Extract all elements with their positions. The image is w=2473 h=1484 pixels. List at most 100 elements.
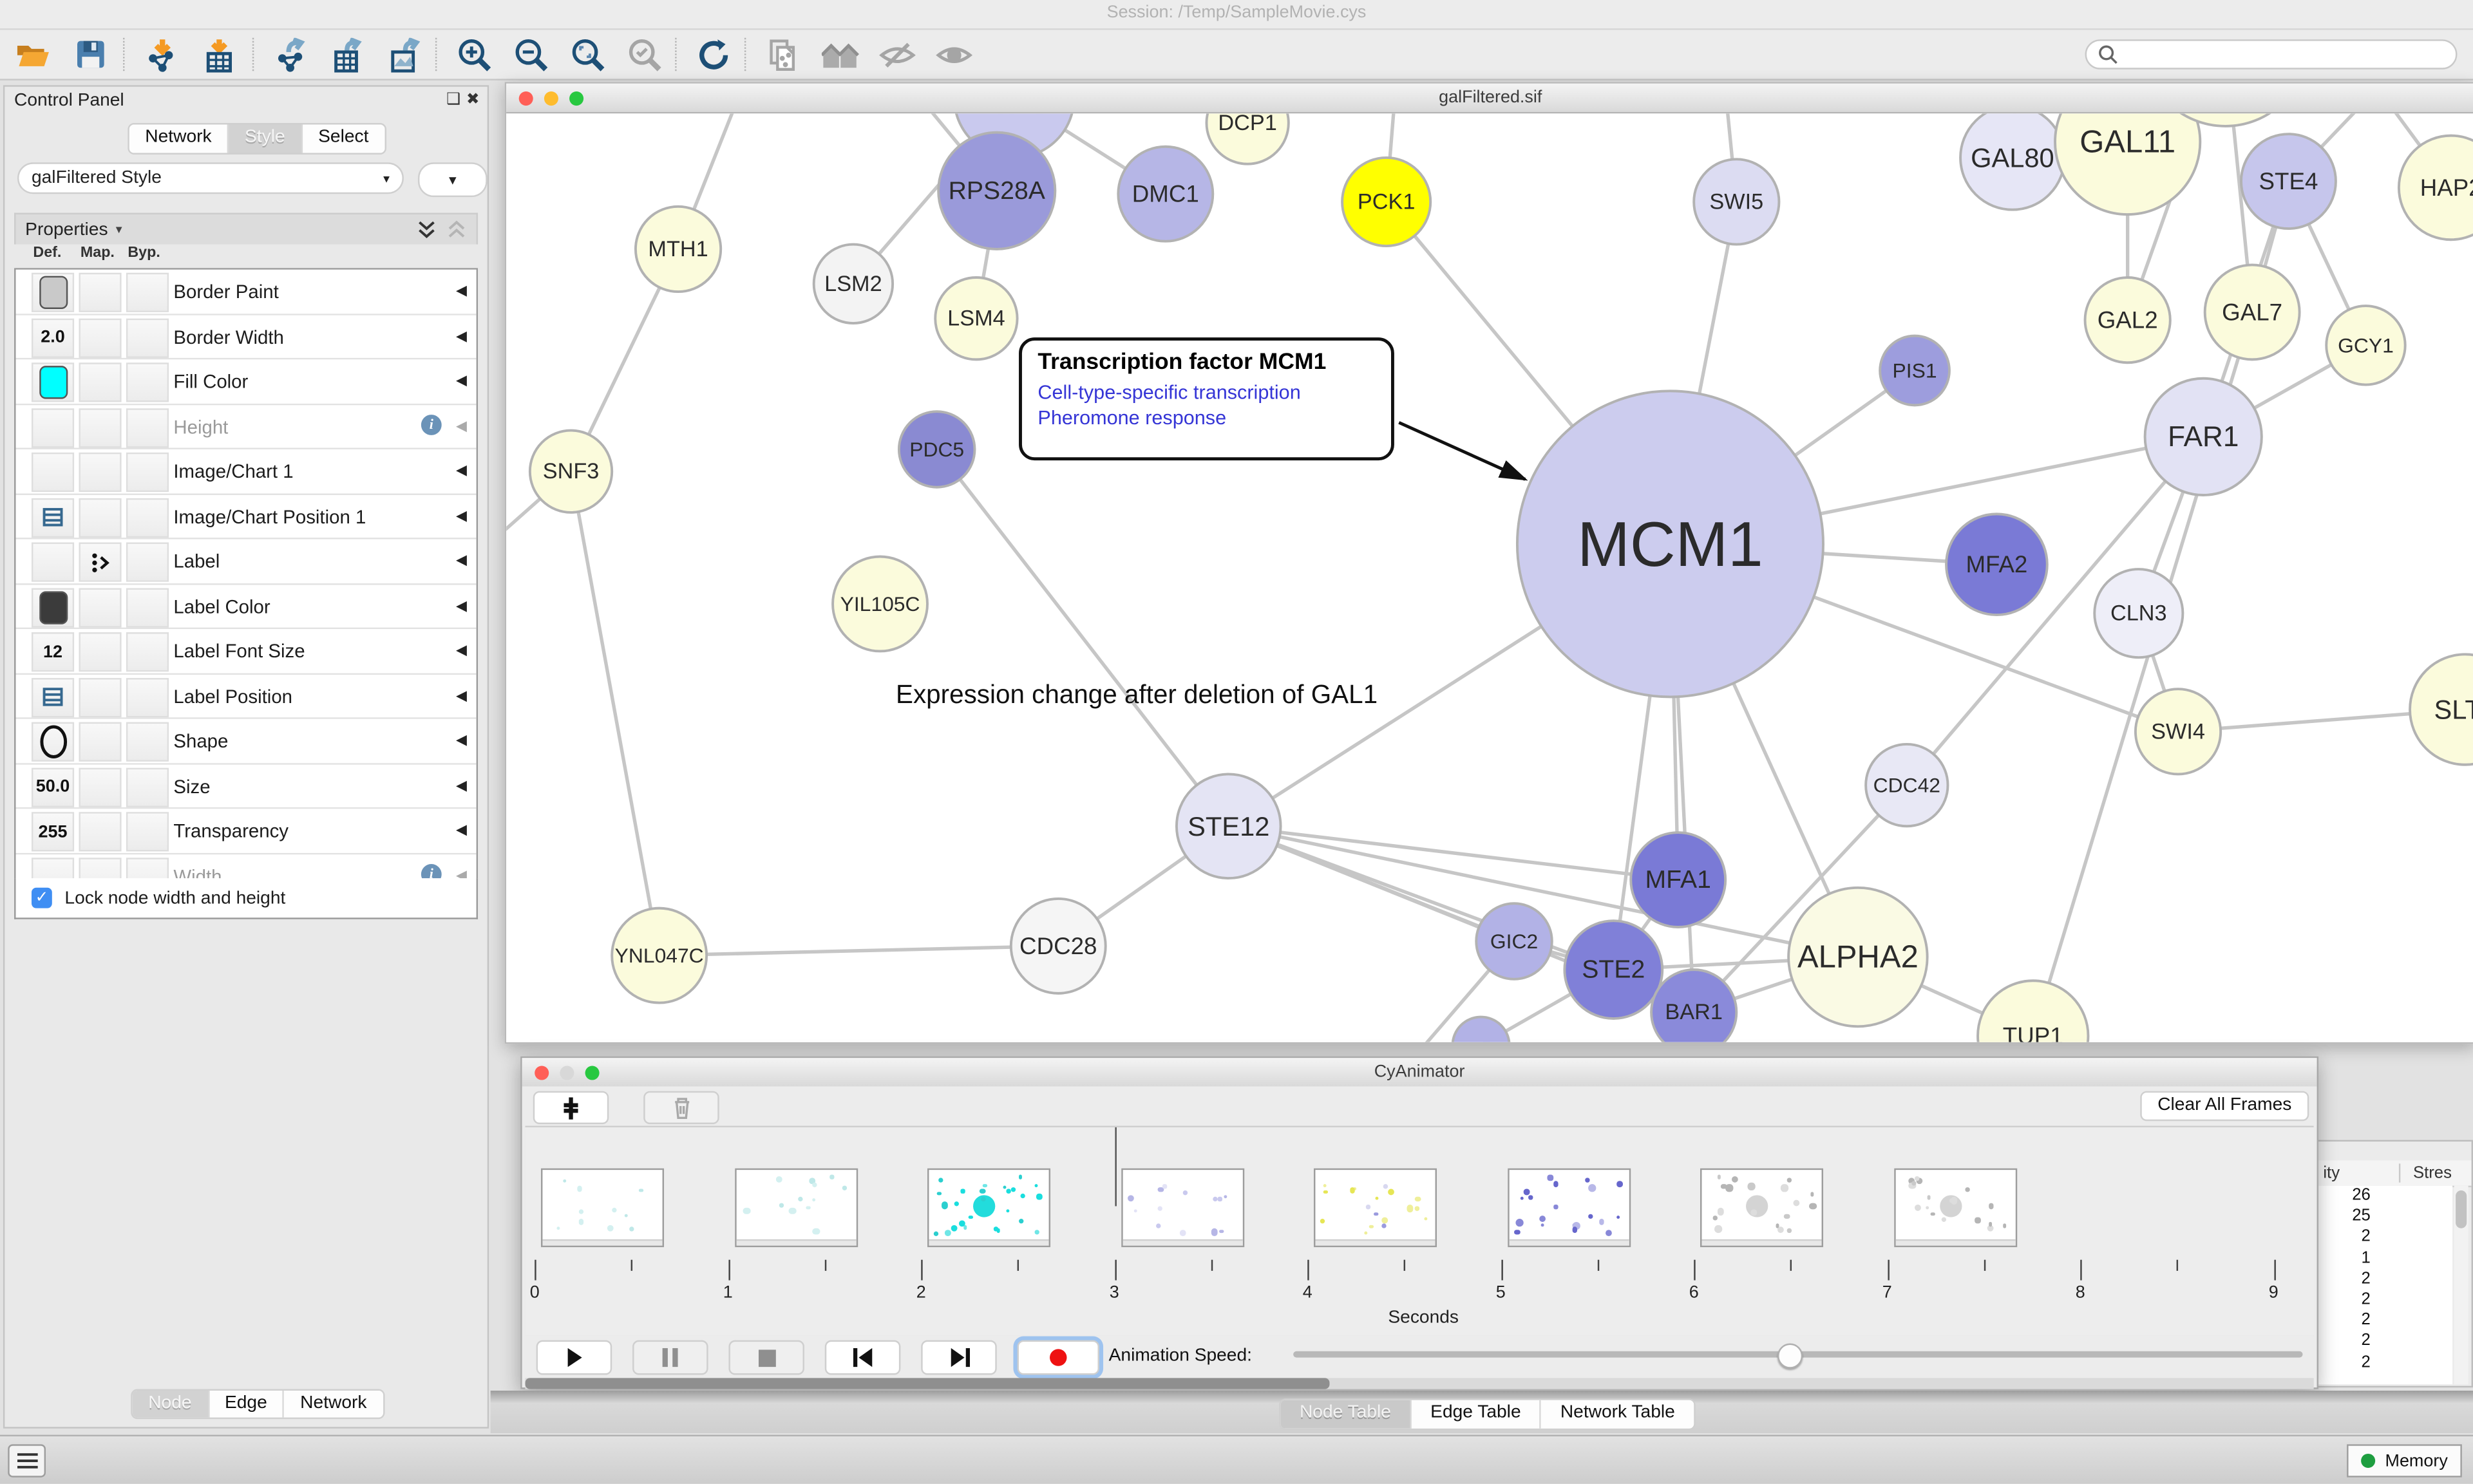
expand-row-icon[interactable]: ◀ [456,282,467,299]
frame-thumbnail-3[interactable] [927,1169,1050,1247]
search-input[interactable] [2085,39,2458,70]
property-row-label[interactable]: Label◀ [15,540,476,585]
frame-thumbnail-8[interactable] [1893,1169,2016,1247]
byp-cell[interactable] [126,632,169,672]
map-cell[interactable] [79,767,121,806]
def-cell[interactable] [32,587,74,626]
edge[interactable] [571,471,659,955]
node-swi5[interactable]: SWI5 [1694,159,1779,244]
map-cell[interactable] [79,812,121,851]
property-row-transparency[interactable]: 255Transparency◀ [15,809,476,854]
def-cell[interactable]: 2.0 [32,317,74,357]
def-cell[interactable]: 50.0 [32,767,74,806]
byp-cell[interactable] [126,587,169,626]
node-pis1[interactable]: PIS1 [1880,336,1949,406]
node-cdc42[interactable]: CDC42 [1866,744,1947,826]
expand-row-icon[interactable]: ◀ [456,552,467,569]
node-gal2[interactable]: GAL2 [2085,277,2170,362]
byp-cell[interactable] [126,408,169,447]
export-image-icon[interactable] [382,35,429,74]
refresh-icon[interactable] [691,35,738,74]
node-tup1[interactable]: TUP1 [1978,981,2088,1042]
node-dcp1[interactable]: DCP1 [1206,113,1288,164]
node-gic2[interactable]: GIC2 [1476,903,1552,979]
skip-to-end-button[interactable] [921,1340,997,1375]
node-lsm4[interactable]: LSM4 [935,277,1017,359]
expand-row-icon[interactable]: ◀ [456,776,467,794]
close-panel-icon[interactable]: ✖ [466,91,480,109]
map-cell[interactable] [79,632,121,672]
property-row-height[interactable]: Heighti◀ [15,404,476,449]
expand-row-icon[interactable]: ◀ [456,462,467,480]
byp-cell[interactable] [126,498,169,537]
hide-selected-icon[interactable] [874,35,921,74]
properties-header[interactable]: Properties ▾ [14,213,478,245]
byp-cell[interactable] [126,812,169,851]
node-bar1[interactable]: BAR1 [1651,970,1736,1042]
def-cell[interactable] [32,542,74,581]
tab-network-table[interactable]: Network Table [1541,1400,1694,1429]
node-lsm2[interactable]: LSM2 [814,245,893,323]
tab-select[interactable]: Select [303,124,384,153]
node-swi4[interactable]: SWI4 [2136,689,2221,774]
column-ity[interactable]: ity [2323,1163,2340,1182]
table-row[interactable]: 1 [2317,1248,2453,1269]
table-row[interactable]: 2 [2317,1290,2453,1310]
frame-thumbnail-4[interactable] [1121,1169,1244,1247]
node-cdc28[interactable]: CDC28 [1011,899,1106,993]
panel-tab-edge[interactable]: Edge [209,1391,284,1418]
node-ste4[interactable]: STE4 [2241,134,2336,229]
node-yil105c[interactable]: YIL105C [833,556,927,651]
memory-button[interactable]: Memory [2347,1444,2462,1477]
table-row[interactable]: 25 [2317,1207,2453,1227]
timeline-scrollbar[interactable] [526,1378,2314,1389]
frame-thumbnail-6[interactable] [1507,1169,1630,1247]
import-network-icon[interactable] [139,35,186,74]
node-ynl047c[interactable]: YNL047C [612,908,706,1003]
stop-button[interactable] [728,1340,804,1375]
lock-size-checkbox[interactable]: ✓ [32,888,52,908]
panel-tab-network[interactable]: Network [285,1391,383,1418]
zoom-selected-icon[interactable] [621,35,668,74]
def-cell[interactable] [32,408,74,447]
table-row[interactable]: 2 [2317,1269,2453,1290]
expand-row-icon[interactable]: ◀ [456,327,467,344]
map-cell[interactable] [79,587,121,626]
node-cutbottom[interactable] [1453,1017,1510,1042]
style-options-button[interactable]: ▼ [418,162,488,197]
network-overview-icon[interactable] [817,35,864,74]
byp-cell[interactable] [126,273,169,312]
zoom-out-icon[interactable] [508,35,555,74]
frame-thumbnail-1[interactable] [541,1169,664,1247]
table-scrollbar-thumb[interactable] [2456,1190,2467,1228]
column-stress[interactable]: Stres [2399,1163,2452,1182]
tab-edge-table[interactable]: Edge Table [1412,1400,1542,1429]
annotation-box[interactable]: Transcription factor MCM1 Cell-type-spec… [1019,337,1394,460]
map-cell[interactable] [79,317,121,357]
playhead[interactable] [1114,1127,1115,1206]
cyanimator-titlebar[interactable]: CyAnimator [522,1058,2317,1088]
tab-style[interactable]: Style [229,124,303,153]
node-cln3[interactable]: CLN3 [2094,569,2183,657]
node-mfa2[interactable]: MFA2 [1946,514,2047,615]
network-window-titlebar[interactable]: galFiltered.sif [506,84,2473,114]
zoom-in-icon[interactable] [451,35,498,74]
tab-network[interactable]: Network [129,124,229,153]
property-row-shape[interactable]: Shape◀ [15,719,476,764]
node-mfa1[interactable]: MFA1 [1631,832,1725,927]
animation-timeline[interactable]: 0123456789 Seconds [526,1126,2314,1337]
table-row[interactable]: 26 [2317,1186,2453,1207]
map-cell[interactable] [79,542,121,581]
node-gcy1[interactable]: GCY1 [2326,306,2405,384]
timeline-scrollbar-thumb[interactable] [526,1378,1330,1389]
byp-cell[interactable] [126,453,169,492]
def-cell[interactable] [32,498,74,537]
node-pck1[interactable]: PCK1 [1342,158,1430,246]
show-panels-button[interactable] [8,1444,46,1477]
map-cell[interactable] [79,677,121,717]
def-cell[interactable]: 12 [32,632,74,672]
def-cell[interactable] [32,453,74,492]
node-rps28a[interactable]: RPS28A [938,133,1055,249]
node-pdc5[interactable]: PDC5 [899,411,975,487]
network-canvas[interactable]: RPS28AMTH1LSM2LSM4DMC1DCP1PCK1SWI5GAL80G… [506,113,2473,1042]
